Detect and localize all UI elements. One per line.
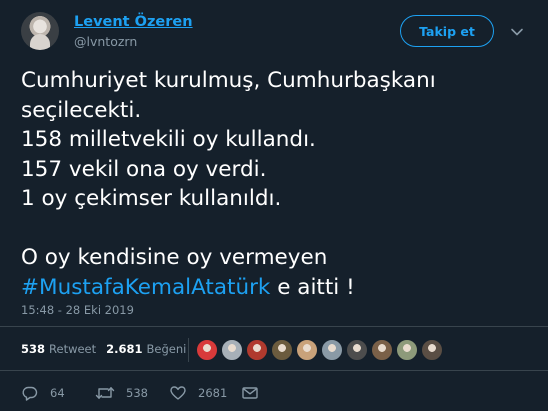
like-stat[interactable]: 2.681 Beğeni (106, 342, 186, 356)
tweet-actions: 64 538 2681 (21, 384, 321, 402)
engagement-stats: 538 Retweet 2.681 Beğeni (21, 342, 196, 356)
liker-avatar-8[interactable] (371, 339, 393, 361)
author-handle[interactable]: @lvntozrn (74, 34, 137, 49)
retweet-icon (95, 387, 115, 399)
retweet-button[interactable]: 538 (95, 384, 148, 402)
liker-avatar-5[interactable] (296, 339, 318, 361)
liker-avatars (196, 339, 446, 361)
tweet-line: Cumhuriyet kurulmuş, Cumhurbaşkanı (21, 68, 436, 93)
like-label: Beğeni (146, 342, 187, 356)
divider (0, 370, 548, 371)
liker-avatar-6[interactable] (321, 339, 343, 361)
author-name[interactable]: Levent Özeren (74, 14, 193, 30)
stats-separator (188, 338, 189, 362)
tweet-line: O oy kendisine oy vermeyen (21, 245, 328, 270)
hashtag-suffix: e aitti ! (270, 274, 355, 300)
tweet-card: Levent Özeren @lvntozrn Takip et Cumhuri… (0, 0, 548, 411)
direct-message-button[interactable] (241, 384, 259, 402)
like-button[interactable]: 2681 (169, 384, 227, 402)
retweet-action-count: 538 (126, 386, 148, 400)
tweet-timestamp[interactable]: 15:48 - 28 Eki 2019 (21, 303, 134, 317)
tweet-line: 1 oy çekimser kullanıldı. (21, 186, 282, 211)
divider (0, 326, 548, 327)
tweet-line: 157 vekil ona oy verdi. (21, 156, 267, 182)
retweet-label: Retweet (49, 342, 97, 356)
reply-icon (22, 386, 38, 401)
author-avatar[interactable] (21, 12, 59, 50)
like-action-count: 2681 (198, 386, 228, 400)
reply-button[interactable]: 64 (21, 384, 65, 402)
chevron-down-icon[interactable] (510, 25, 524, 39)
liker-avatar-2[interactable] (221, 339, 243, 361)
liker-avatar-10[interactable] (421, 339, 443, 361)
liker-avatar-4[interactable] (271, 339, 293, 361)
tweet-line-hashtag: #MustafaKemalAtatürk e aitti ! (21, 273, 531, 303)
liker-avatar-3[interactable] (246, 339, 268, 361)
heart-icon (170, 386, 186, 400)
like-count: 2.681 (106, 342, 143, 356)
liker-avatar-7[interactable] (346, 339, 368, 361)
envelope-icon (242, 387, 258, 399)
tweet-line: seçilecekti. (21, 97, 142, 123)
liker-avatar-1[interactable] (196, 339, 218, 361)
hashtag-link[interactable]: #MustafaKemalAtatürk (21, 275, 270, 300)
follow-button[interactable]: Takip et (400, 15, 494, 47)
tweet-text: Cumhuriyet kurulmuş, Cumhurbaşkanı seçil… (21, 66, 531, 302)
retweet-count: 538 (21, 342, 46, 356)
liker-avatar-9[interactable] (396, 339, 418, 361)
reply-count: 64 (50, 386, 65, 400)
tweet-line: 158 milletvekili oy kullandı. (21, 127, 316, 152)
retweet-stat[interactable]: 538 Retweet (21, 342, 96, 356)
